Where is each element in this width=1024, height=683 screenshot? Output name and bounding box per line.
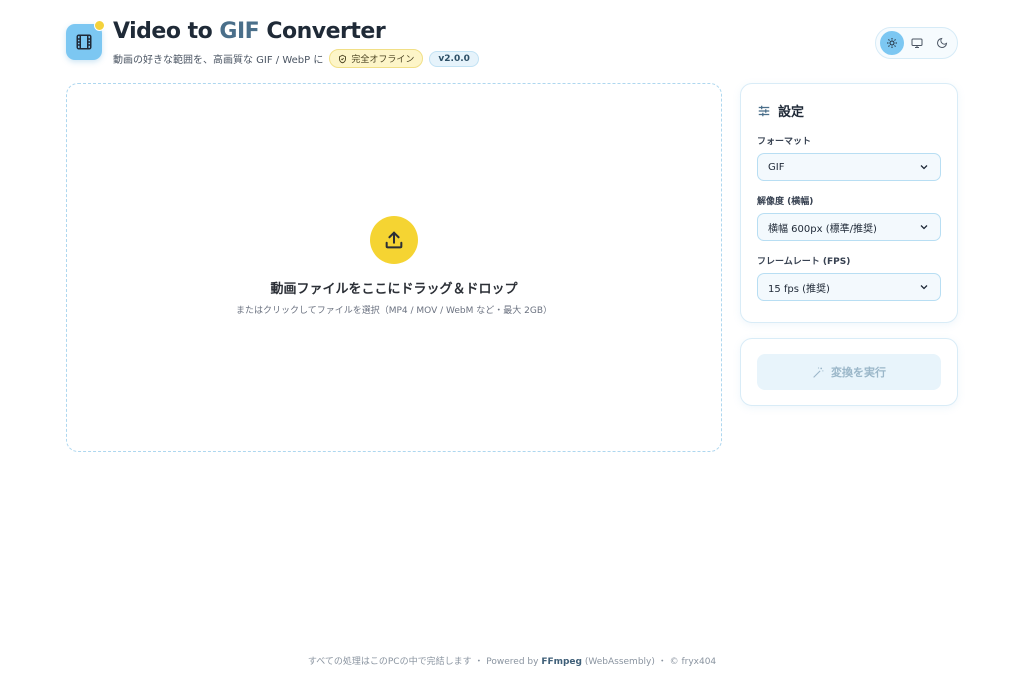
settings-panel: 設定 フォーマット GIF 解像度 (横幅) 横幅 600px (標準/推奨) … xyxy=(740,83,958,323)
page-title: Video to GIF Converter xyxy=(113,19,386,44)
theme-toggle xyxy=(875,27,958,59)
chevron-down-icon xyxy=(920,225,928,230)
fps-select[interactable]: 15 fps (推奨) xyxy=(757,273,941,301)
ffmpeg-link[interactable]: FFmpeg xyxy=(541,657,582,667)
app-subtitle: 動画の好きな範囲を、高画質な GIF / WebP に xyxy=(113,55,324,66)
chevron-down-icon xyxy=(920,165,928,170)
theme-system-button[interactable] xyxy=(905,31,929,55)
sliders-icon xyxy=(758,105,770,116)
dropzone-subtitle: またはクリックしてファイルを選択（MP4 / MOV / WebM など・最大 … xyxy=(236,305,552,316)
app-logo xyxy=(66,20,105,60)
upload-icon xyxy=(385,231,403,248)
format-select[interactable]: GIF xyxy=(757,153,941,181)
dropzone-title: 動画ファイルをここにドラッグ＆ドロップ xyxy=(270,281,518,297)
chevron-down-icon xyxy=(920,285,928,290)
magic-wand-icon xyxy=(813,366,824,378)
fps-label: フレームレート (FPS) xyxy=(757,257,851,267)
action-panel: 変換を実行 xyxy=(740,338,958,406)
upload-button[interactable] xyxy=(370,215,418,264)
format-label: フォーマット xyxy=(757,137,812,147)
settings-title: 設定 xyxy=(778,105,805,120)
theme-light-button[interactable] xyxy=(879,31,904,55)
moon-icon xyxy=(936,37,947,48)
app-header: Video to GIF Converter 動画の好きな範囲を、高画質な GI… xyxy=(66,18,479,68)
convert-button[interactable]: 変換を実行 xyxy=(757,354,941,390)
film-icon xyxy=(76,34,92,50)
footer: すべての処理はこのPCの中で完結します ・ Powered by FFmpeg … xyxy=(307,657,717,667)
offline-badge: 完全オフライン xyxy=(329,49,424,68)
logo-dot xyxy=(94,20,105,31)
version-badge: v2.0.0 xyxy=(429,50,479,67)
monitor-icon xyxy=(911,38,922,48)
shield-icon xyxy=(339,54,347,63)
resolution-select[interactable]: 横幅 600px (標準/推奨) xyxy=(757,213,941,241)
sun-icon xyxy=(886,38,897,48)
file-dropzone[interactable]: 動画ファイルをここにドラッグ＆ドロップ またはクリックしてファイルを選択（MP4… xyxy=(66,83,722,452)
theme-dark-button[interactable] xyxy=(930,31,954,55)
resolution-label: 解像度 (横幅) xyxy=(757,197,814,207)
